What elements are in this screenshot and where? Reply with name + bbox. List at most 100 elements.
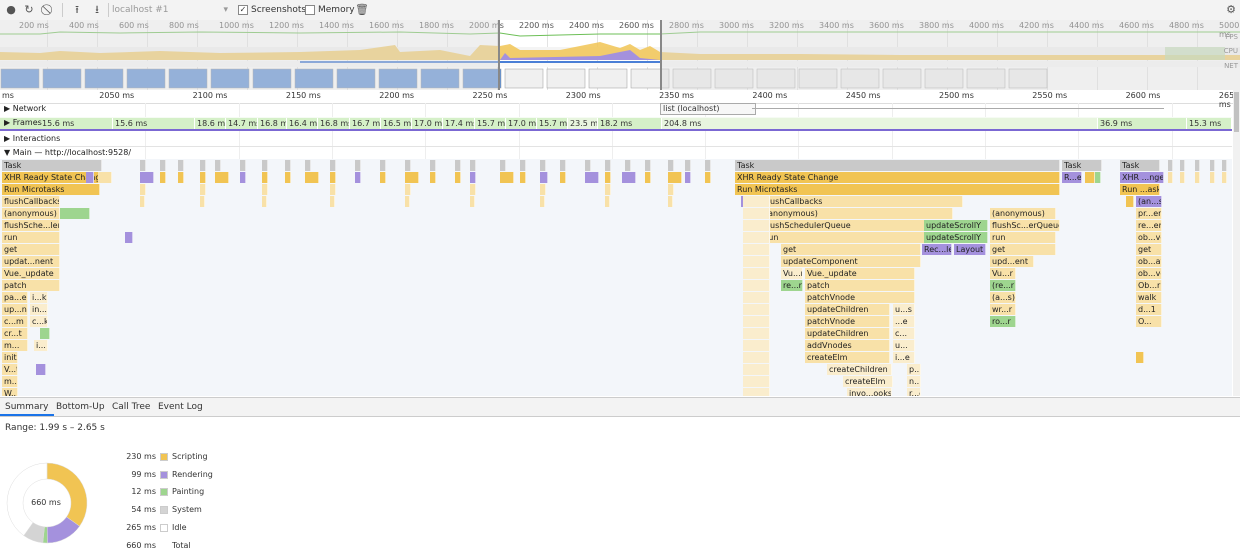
- frame-bar[interactable]: 16.8 ms: [318, 118, 350, 129]
- flame-entry[interactable]: Ob...r: [1136, 280, 1162, 291]
- flame-entry[interactable]: [540, 172, 548, 183]
- clear-icon[interactable]: ⃠: [42, 3, 56, 17]
- frame-bar[interactable]: 17.0 ms: [506, 118, 537, 129]
- flame-entry[interactable]: m...t: [2, 376, 18, 387]
- flame-entry[interactable]: [585, 160, 591, 171]
- selection-right-handle[interactable]: [660, 20, 662, 90]
- flame-entry[interactable]: updateScrollY: [924, 232, 988, 243]
- flame-entry[interactable]: [262, 172, 268, 183]
- flame-entry[interactable]: V...t: [2, 364, 18, 375]
- flame-entry[interactable]: n...: [907, 376, 921, 387]
- flame-entry[interactable]: createChildren: [827, 364, 892, 375]
- flame-entry[interactable]: walk: [1136, 292, 1162, 303]
- flame-entry[interactable]: [705, 160, 711, 171]
- flame-entry[interactable]: get: [781, 244, 921, 255]
- flame-entry[interactable]: [140, 184, 146, 195]
- frame-bar[interactable]: 23.5 ms: [568, 118, 598, 129]
- flame-entry[interactable]: [262, 184, 268, 195]
- tab-bottom-up[interactable]: Bottom-Up: [51, 398, 110, 416]
- flame-entry[interactable]: [500, 160, 506, 171]
- flame-entry[interactable]: [743, 208, 761, 219]
- flame-entry[interactable]: [705, 172, 711, 183]
- screenshot-thumbnail[interactable]: [504, 68, 544, 89]
- flame-entry[interactable]: [743, 256, 761, 267]
- screenshot-thumbnail[interactable]: [588, 68, 628, 89]
- flame-entry[interactable]: [743, 292, 761, 303]
- flame-entry[interactable]: [470, 184, 476, 195]
- flame-entry[interactable]: [760, 304, 770, 315]
- flame-entry[interactable]: [305, 160, 311, 171]
- selection-left-handle[interactable]: [498, 20, 500, 90]
- flame-entry[interactable]: (an...s): [1136, 196, 1162, 207]
- flame-entry[interactable]: [760, 316, 770, 327]
- flame-entry[interactable]: [1210, 172, 1215, 183]
- flame-entry[interactable]: [760, 244, 770, 255]
- interactions-track[interactable]: ▶ Interactions: [0, 133, 1232, 145]
- flame-entry[interactable]: [470, 160, 476, 171]
- flame-entry[interactable]: (a...s): [990, 292, 1016, 303]
- flame-entry[interactable]: patchVnode: [805, 316, 890, 327]
- flame-entry[interactable]: [430, 160, 436, 171]
- flame-entry[interactable]: m...: [2, 340, 28, 351]
- flame-entry[interactable]: [330, 196, 335, 207]
- frame-bar[interactable]: 18.2 ms: [598, 118, 662, 129]
- frame-bar[interactable]: 15.6 ms: [40, 118, 113, 129]
- flame-entry[interactable]: [455, 172, 461, 183]
- flame-entry[interactable]: p...: [907, 364, 921, 375]
- flame-entry[interactable]: up...n: [2, 304, 28, 315]
- flame-entry[interactable]: [685, 172, 691, 183]
- flame-entry[interactable]: re...r: [781, 280, 803, 291]
- flame-entry[interactable]: [430, 172, 436, 183]
- flame-entry[interactable]: [330, 184, 336, 195]
- flame-entry[interactable]: re...er: [1136, 220, 1162, 231]
- flame-entry[interactable]: [685, 160, 691, 171]
- flame-entry[interactable]: [405, 160, 411, 171]
- flame-entry[interactable]: XHR Ready State Change: [735, 172, 1060, 183]
- flame-entry[interactable]: i...: [34, 340, 48, 351]
- flame-entry[interactable]: flushSche...lerQueue: [2, 220, 60, 231]
- flame-entry[interactable]: [743, 232, 761, 243]
- frame-bar[interactable]: 15.6 ms: [113, 118, 195, 129]
- flame-entry[interactable]: Run Microtasks: [2, 184, 100, 195]
- flame-entry[interactable]: updateScrollY: [924, 220, 988, 231]
- tab-event-log[interactable]: Event Log: [153, 398, 208, 416]
- screenshots-checkbox[interactable]: ✓: [238, 5, 248, 15]
- flame-entry[interactable]: [625, 160, 631, 171]
- frame-bar[interactable]: 16.5 ms: [381, 118, 412, 129]
- flame-entry[interactable]: invo...ooks: [847, 388, 892, 396]
- flame-entry[interactable]: u...: [893, 340, 915, 351]
- flame-entry[interactable]: flushSc...erQueue: [990, 220, 1060, 231]
- record-icon[interactable]: ●: [4, 3, 18, 17]
- flame-entry[interactable]: [760, 232, 770, 243]
- flame-entry[interactable]: Task: [735, 160, 1060, 171]
- flame-entry[interactable]: [305, 172, 319, 183]
- flame-entry[interactable]: [743, 352, 761, 363]
- flame-entry[interactable]: [743, 280, 761, 291]
- flame-entry[interactable]: [743, 304, 761, 315]
- flame-entry[interactable]: Vu...r: [781, 268, 803, 279]
- flame-entry[interactable]: [760, 376, 770, 387]
- flame-entry[interactable]: [140, 160, 146, 171]
- flame-entry[interactable]: [355, 160, 361, 171]
- flame-entry[interactable]: [330, 160, 336, 171]
- frames-track[interactable]: ▶ Frames 158.2 ms15.6 ms15.6 ms18.6 ms14…: [0, 117, 1232, 129]
- flame-entry[interactable]: [585, 172, 599, 183]
- flame-entry[interactable]: [405, 196, 410, 207]
- flame-entry[interactable]: [540, 184, 546, 195]
- flame-entry[interactable]: Vue._update: [2, 268, 60, 279]
- flame-entry[interactable]: [200, 184, 206, 195]
- flame-entry[interactable]: [86, 172, 94, 183]
- flame-entry[interactable]: [1168, 172, 1173, 183]
- flame-entry[interactable]: [520, 160, 526, 171]
- flame-entry[interactable]: [1180, 160, 1185, 171]
- frame-bar[interactable]: 17.4 ms: [443, 118, 475, 129]
- flame-entry[interactable]: [200, 160, 206, 171]
- flame-entry[interactable]: [262, 196, 267, 207]
- memory-checkbox[interactable]: [305, 5, 315, 15]
- flame-entry[interactable]: R...e: [1062, 172, 1082, 183]
- flame-entry[interactable]: [178, 160, 184, 171]
- flame-entry[interactable]: [1222, 160, 1227, 171]
- profile-select[interactable]: localhost #1 ▾: [112, 3, 230, 17]
- flame-entry[interactable]: [743, 196, 761, 207]
- flame-entry[interactable]: wr...r: [990, 304, 1016, 315]
